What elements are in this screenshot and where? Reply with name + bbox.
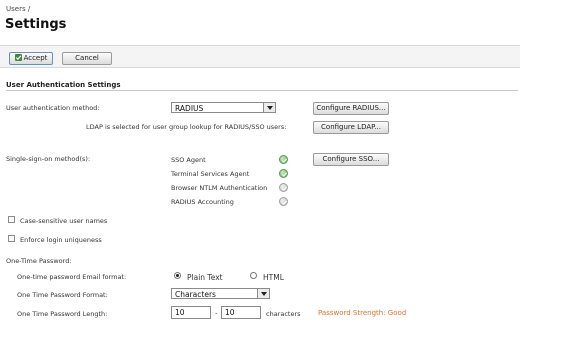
login-unique-label: Enforce login uniqueness bbox=[20, 236, 102, 244]
status-enabled-icon bbox=[279, 155, 288, 164]
otp-format-select[interactable]: Characters bbox=[171, 288, 270, 299]
cancel-button[interactable]: Cancel bbox=[62, 52, 112, 65]
otp-email-format-label: One-time password Email format: bbox=[17, 273, 127, 281]
status-disabled-icon bbox=[279, 183, 288, 192]
configure-sso-button[interactable]: Configure SSO... bbox=[313, 153, 389, 166]
accept-button[interactable]: Accept bbox=[9, 52, 53, 65]
section-divider bbox=[6, 90, 518, 91]
auth-method-label: User authentication method: bbox=[6, 104, 100, 112]
breadcrumb[interactable]: Users / bbox=[6, 5, 30, 13]
status-disabled-icon bbox=[279, 197, 288, 206]
sso-label: Single-sign-on method(s): bbox=[6, 155, 91, 163]
login-unique-checkbox[interactable] bbox=[8, 235, 15, 242]
otp-length-max-input[interactable]: 10 bbox=[221, 306, 261, 319]
auth-method-value: RADIUS bbox=[175, 104, 204, 113]
otp-heading: One-Time Password: bbox=[6, 257, 72, 265]
plain-text-label: Plain Text bbox=[187, 273, 223, 282]
range-separator: - bbox=[215, 309, 218, 317]
otp-length-unit: characters bbox=[266, 310, 301, 318]
case-sensitive-label: Case-sensitive user names bbox=[20, 217, 108, 225]
sso-method-name: RADIUS Accounting bbox=[171, 198, 234, 206]
ldap-note: LDAP is selected for user group lookup f… bbox=[86, 123, 287, 131]
accept-label: Accept bbox=[23, 54, 48, 62]
otp-format-label: One Time Password Format: bbox=[17, 291, 108, 299]
chevron-down-icon bbox=[263, 103, 275, 112]
html-radio[interactable] bbox=[250, 272, 257, 279]
status-enabled-icon bbox=[279, 169, 288, 178]
otp-format-value: Characters bbox=[175, 290, 216, 299]
otp-length-min-input[interactable]: 10 bbox=[171, 306, 211, 319]
otp-length-label: One Time Password Length: bbox=[17, 310, 108, 318]
case-sensitive-checkbox[interactable] bbox=[8, 216, 15, 223]
checkmark-icon bbox=[14, 54, 22, 61]
sso-method-name: Terminal Services Agent bbox=[171, 170, 250, 178]
sso-method-name: Browser NTLM Authentication bbox=[171, 184, 268, 192]
chevron-down-icon bbox=[257, 289, 269, 298]
section-title: User Authentication Settings bbox=[6, 81, 121, 89]
password-strength: Password Strength: Good bbox=[318, 309, 407, 317]
page-title: Settings bbox=[5, 17, 67, 32]
plain-text-radio[interactable] bbox=[174, 272, 181, 279]
configure-radius-button[interactable]: Configure RADIUS... bbox=[313, 102, 389, 115]
configure-ldap-button[interactable]: Configure LDAP... bbox=[313, 121, 389, 134]
html-label: HTML bbox=[263, 273, 284, 282]
auth-method-select[interactable]: RADIUS bbox=[171, 102, 276, 113]
sso-method-name: SSO Agent bbox=[171, 156, 206, 164]
